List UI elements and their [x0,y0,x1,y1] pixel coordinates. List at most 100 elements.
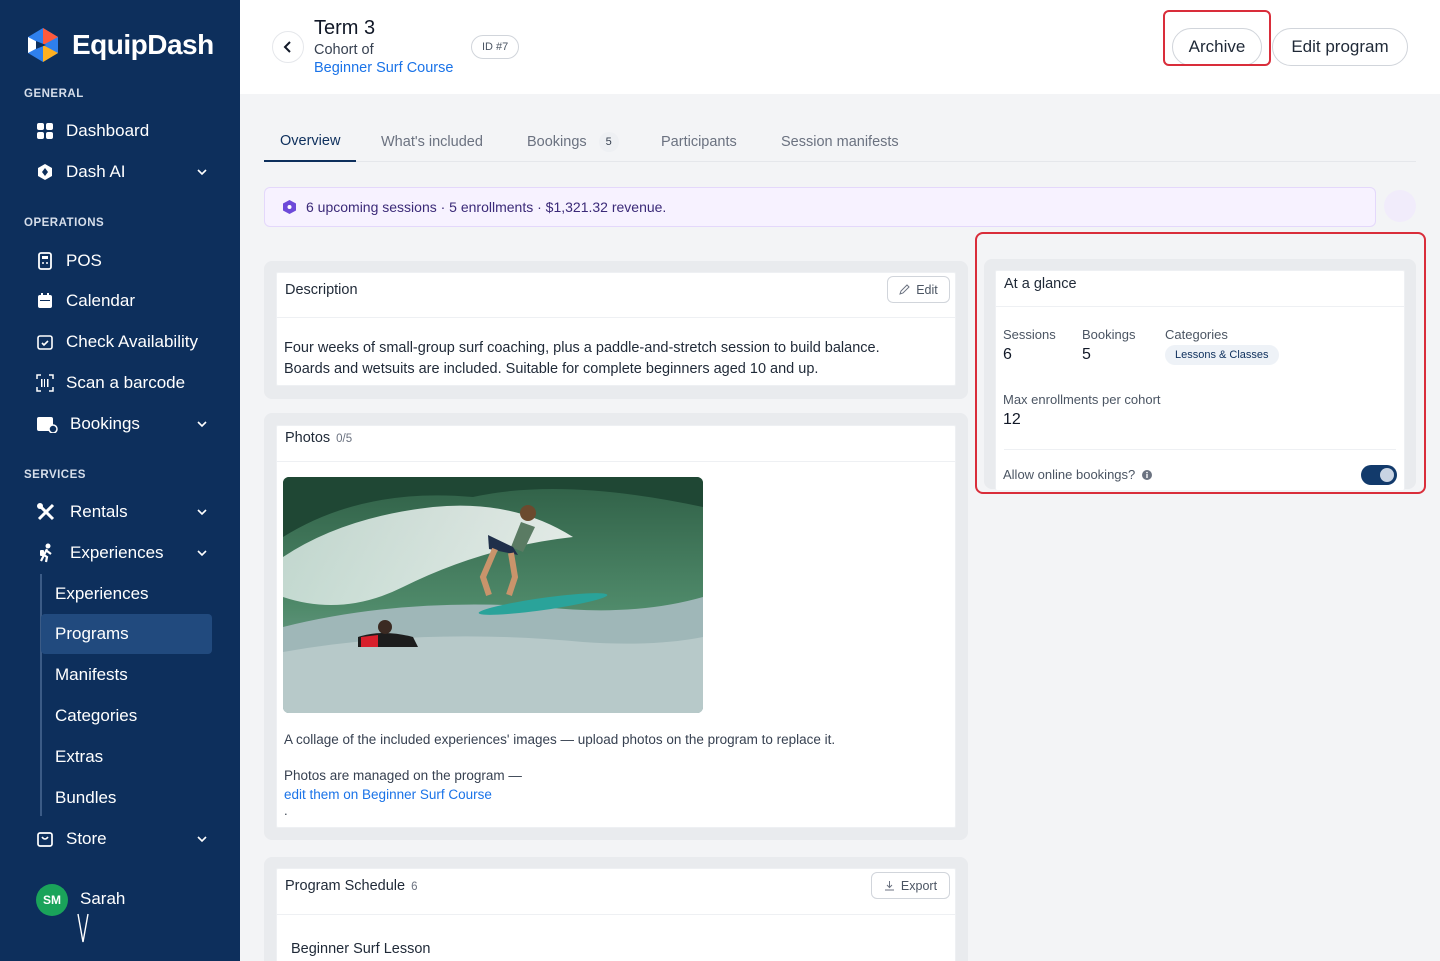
sidebar-item-check-availability[interactable]: Check Availability [36,324,220,360]
avatar[interactable]: SM [36,884,68,916]
schedule-title-row: Program Schedule 6 [285,878,418,894]
description-title: Description [285,282,358,298]
rentals-tools-icon [36,503,58,521]
highlight-box-archive [1163,10,1271,66]
chevron-down-icon [197,169,207,176]
schedule-card: Program Schedule 6 Export Beginner Surf L… [276,868,956,961]
sidebar-item-experiences[interactable]: Experiences [36,535,220,571]
banner-action-button[interactable] [1384,190,1416,222]
sidebar-subitem-categories[interactable]: Categories [41,696,212,736]
id-badge: ID #7 [471,35,520,59]
photos-caption: A collage of the included experiences' i… [284,732,836,747]
sidebar-subitem-manifests[interactable]: Manifests [41,655,212,695]
highlight-box-glance [975,232,1426,494]
sidebar-item-label: Check Availability [66,332,198,351]
description-line-2: Boards and wetsuits are included. Suitab… [284,361,819,377]
edit-label: Edit [916,282,938,297]
photos-managed-text: Photos are managed on the program — [284,768,522,783]
description-line-1: Four weeks of small-group surf coaching,… [284,340,880,356]
sidebar-item-store[interactable]: Store [36,821,220,857]
sidebar-item-label: Store [66,829,107,848]
schedule-title: Program Schedule [285,878,406,894]
sidebar-item-bookings[interactable]: Bookings [36,406,220,442]
export-label: Export [900,878,938,893]
sidebar-subitem-extras[interactable]: Extras [41,737,212,777]
tab-bookings[interactable]: Bookings 5 [527,122,619,162]
summary-banner-text: 6 upcoming sessions · 5 enrollments · $1… [306,199,667,215]
sidebar-item-label: Dash AI [66,162,126,181]
back-button[interactable] [272,31,304,63]
sidebar-item-rentals[interactable]: Rentals [36,494,220,530]
edit-description-button[interactable]: Edit [887,276,950,303]
program-photo [283,477,703,713]
sidebar-item-label: Calendar [66,291,135,310]
tab-whats-included[interactable]: What's included [381,122,483,162]
ai-hexagon-icon [283,200,296,214]
sidebar-item-dashboard[interactable]: Dashboard [36,113,220,149]
divider [277,914,955,915]
tab-label: Session manifests [781,134,899,150]
sidebar-item-label: Experiences [70,543,164,562]
description-card: Description Edit Four weeks of small-gro… [276,272,956,386]
sidebar-subitem-experiences[interactable]: Experiences [41,574,212,614]
chevron-down-icon [197,550,207,557]
divider [277,317,955,318]
page-subtitle: Cohort of [314,42,374,58]
edit-photos-link[interactable]: edit them on Beginner Surf Course [284,784,492,805]
grid-icon [36,122,54,140]
tab-overview[interactable]: Overview [264,122,357,162]
brand-name: EquipDash [72,29,214,60]
pencil-icon [899,284,910,295]
tab-label: What's included [381,134,483,150]
sidebar-item-dash-ai[interactable]: Dash AI [36,154,220,190]
chevron-down-icon [197,421,207,428]
chevron-down-icon [197,836,207,843]
sidebar-item-calendar[interactable]: Calendar [36,283,220,319]
ai-hexagon-icon [36,163,54,181]
divider [277,461,955,462]
user-name[interactable]: Sarah [80,889,125,909]
bookings-icon [36,415,58,433]
trailing-period: . [284,803,288,818]
photos-count: 0/5 [336,433,353,445]
section-services: SERVICES [24,469,86,481]
tab-participants[interactable]: Participants [661,122,737,162]
section-general: GENERAL [24,88,84,100]
section-operations: OPERATIONS [24,217,105,229]
schedule-item-title: Beginner Surf Lesson [291,941,431,957]
sidebar-item-scan-barcode[interactable]: Scan a barcode [36,365,220,401]
parent-course-link[interactable]: Beginner Surf Course [314,60,453,76]
sidebar-subitem-bundles[interactable]: Bundles [41,778,212,818]
calendar-icon [36,292,54,310]
sidebar-item-label: Scan a barcode [66,373,186,392]
user-menu-caret-icon[interactable] [75,912,91,944]
sidebar: EquipDash GENERAL Dashboard Dash AI OPER… [0,0,240,961]
sidebar-item-label: Bookings [70,414,140,433]
schedule-count: 6 [411,881,418,893]
page-title: Term 3 [314,17,376,39]
photos-title-row: Photos 0/5 [285,430,352,446]
calendar-check-icon [36,333,54,351]
brand-logo[interactable]: EquipDash [24,26,214,64]
sidebar-subitem-programs[interactable]: Programs [41,614,212,654]
summary-banner: 6 upcoming sessions · 5 enrollments · $1… [264,187,1376,227]
chevron-down-icon [197,509,207,516]
edit-program-button[interactable]: Edit program [1272,28,1408,66]
hiker-icon [36,543,58,563]
download-icon [884,881,894,891]
sidebar-item-label: POS [66,251,102,270]
equipdash-logo-icon [24,26,62,64]
sidebar-item-pos[interactable]: POS [36,243,220,279]
sidebar-item-label: Dashboard [66,121,150,140]
export-button[interactable]: Export [871,872,950,899]
pos-terminal-icon [36,252,54,270]
photos-title: Photos [285,430,331,446]
tab-label: Bookings [527,134,587,150]
shopping-bag-icon [36,830,54,848]
tab-bar: Overview What's included Bookings 5 Parti… [264,122,1416,162]
tab-session-manifests[interactable]: Session manifests [781,122,899,162]
tab-label: Participants [661,134,737,150]
chevron-left-icon [283,41,291,53]
tab-count-badge: 5 [598,132,619,152]
tab-label: Overview [280,133,341,149]
